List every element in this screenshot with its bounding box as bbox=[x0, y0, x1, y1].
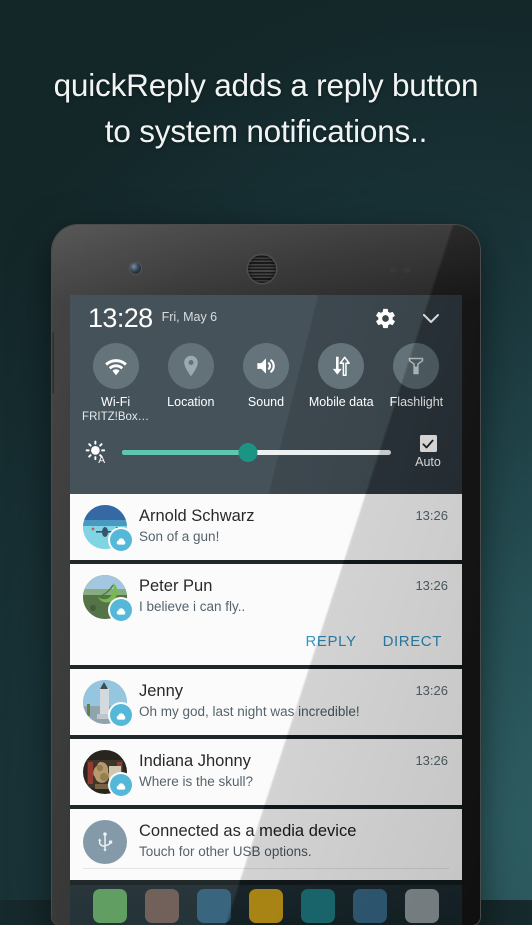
direct-button[interactable]: DIRECT bbox=[383, 633, 442, 650]
usb-icon bbox=[83, 820, 127, 864]
notification-peter[interactable]: Peter Pun I believe i can fly.. 13:26 RE… bbox=[70, 564, 462, 665]
notification-time: 13:26 bbox=[415, 753, 448, 768]
phone-device-frame: 13:28 Fri, May 6 Wi-Fi FRITZ!Box… Locati… bbox=[52, 225, 480, 925]
notification-jenny[interactable]: Jenny Oh my god, last night was incredib… bbox=[70, 669, 462, 735]
notification-arnold[interactable]: Arnold Schwarz Son of a gun! 13:26 bbox=[70, 494, 462, 560]
auto-brightness-checkbox[interactable] bbox=[419, 435, 437, 452]
tile-sound[interactable]: Sound bbox=[228, 343, 303, 424]
sound-speaker-icon bbox=[257, 358, 275, 374]
notification-time: 13:26 bbox=[415, 578, 448, 593]
notification-body: I believe i can fly.. bbox=[139, 599, 246, 614]
tile-wifi-label: Wi-Fi bbox=[101, 395, 131, 409]
cloud-drop-icon bbox=[110, 774, 132, 796]
avatar bbox=[83, 505, 132, 551]
notification-content: Connected as a media device Touch for ot… bbox=[83, 820, 448, 864]
notification-list: Arnold Schwarz Son of a gun! 13:26 Peter… bbox=[70, 494, 462, 880]
notification-text: Peter Pun I believe i can fly.. bbox=[139, 575, 405, 616]
notification-text: Indiana Jhonny Where is the skull? bbox=[139, 750, 405, 791]
notification-title: Connected as a media device bbox=[139, 822, 357, 840]
avatar bbox=[83, 680, 132, 726]
tile-mobile-data-label: Mobile data bbox=[308, 395, 374, 409]
notification-content: Indiana Jhonny Where is the skull? 13:26 bbox=[83, 750, 448, 796]
notification-content: Arnold Schwarz Son of a gun! 13:26 bbox=[83, 505, 448, 551]
location-pin-icon bbox=[183, 355, 198, 377]
brightness-slider[interactable] bbox=[122, 438, 391, 466]
home-app-icon bbox=[93, 889, 127, 923]
brightness-slider-thumb[interactable] bbox=[238, 442, 258, 462]
notification-text: Connected as a media device Touch for ot… bbox=[139, 820, 438, 861]
notification-text: Jenny Oh my god, last night was incredib… bbox=[139, 680, 405, 721]
homescreen-peek bbox=[70, 885, 462, 925]
tile-location[interactable]: Location bbox=[153, 343, 228, 424]
notification-title: Indiana Jhonny bbox=[139, 752, 251, 770]
svg-text:A: A bbox=[98, 455, 105, 465]
tile-flashlight-circle bbox=[393, 343, 440, 389]
auto-brightness-label: Auto bbox=[415, 455, 441, 469]
notification-title: Jenny bbox=[139, 682, 184, 700]
front-camera-icon bbox=[130, 263, 141, 274]
flashlight-icon bbox=[409, 357, 424, 375]
home-app-icon bbox=[353, 889, 387, 923]
avatar bbox=[83, 575, 132, 621]
quick-settings-hidden-row bbox=[70, 476, 462, 492]
quick-settings-shade: 13:28 Fri, May 6 Wi-Fi FRITZ!Box… Locati… bbox=[70, 295, 462, 494]
notification-time: 13:26 bbox=[415, 683, 448, 698]
checkmark-icon bbox=[422, 439, 434, 448]
tile-wifi-circle bbox=[92, 343, 139, 389]
notification-time: 13:26 bbox=[415, 508, 448, 523]
cloud-drop-icon bbox=[110, 599, 132, 621]
tile-flashlight-label: Flashlight bbox=[389, 395, 444, 409]
notification-body: Touch for other USB options. bbox=[139, 844, 312, 859]
auto-brightness-icon[interactable]: A bbox=[82, 437, 112, 467]
brightness-row: A Auto bbox=[70, 428, 462, 476]
earpiece-speaker-icon bbox=[248, 255, 276, 283]
notification-title: Arnold Schwarz bbox=[139, 507, 255, 525]
home-app-icon bbox=[301, 889, 335, 923]
reply-button[interactable]: REPLY bbox=[305, 633, 356, 650]
avatar bbox=[83, 750, 132, 796]
notification-usb[interactable]: Connected as a media device Touch for ot… bbox=[70, 809, 462, 880]
cloud-drop-icon bbox=[110, 704, 132, 726]
auto-brightness-toggle[interactable]: Auto bbox=[404, 435, 452, 469]
volume-rocker-button[interactable] bbox=[52, 332, 54, 394]
clock-date: Fri, May 6 bbox=[161, 310, 218, 324]
brightness-slider-fill bbox=[122, 449, 249, 455]
cloud-drop-icon bbox=[110, 529, 132, 551]
home-app-icon bbox=[197, 889, 231, 923]
notification-actions: REPLY DIRECT bbox=[83, 619, 448, 654]
notification-body: Where is the skull? bbox=[139, 774, 254, 789]
tile-location-circle bbox=[167, 343, 214, 389]
tile-wifi[interactable]: Wi-Fi FRITZ!Box… bbox=[78, 343, 153, 424]
tile-wifi-sub: FRITZ!Box… bbox=[82, 411, 150, 423]
tile-flashlight[interactable]: Flashlight bbox=[379, 343, 454, 424]
notification-title: Peter Pun bbox=[139, 577, 213, 595]
notification-content: Jenny Oh my god, last night was incredib… bbox=[83, 680, 448, 726]
notification-text: Arnold Schwarz Son of a gun! bbox=[139, 505, 405, 546]
tile-mobile-data[interactable]: Mobile data bbox=[304, 343, 379, 424]
home-app-icon bbox=[405, 889, 439, 923]
tile-sound-circle bbox=[243, 343, 289, 389]
quick-settings-tiles: Wi-Fi FRITZ!Box… Location Sound Mobile d… bbox=[70, 341, 462, 428]
tile-mobile-data-circle bbox=[318, 343, 365, 389]
phone-screen: 13:28 Fri, May 6 Wi-Fi FRITZ!Box… Locati… bbox=[70, 295, 462, 925]
tile-sound-label: Sound bbox=[247, 395, 285, 409]
notification-indiana[interactable]: Indiana Jhonny Where is the skull? 13:26 bbox=[70, 739, 462, 805]
wifi-icon bbox=[104, 359, 127, 376]
home-app-icon bbox=[249, 889, 283, 923]
page-title: quickReply adds a reply button to system… bbox=[53, 67, 479, 149]
clock-time: 13:28 bbox=[88, 302, 153, 333]
avatar bbox=[83, 820, 127, 864]
notification-content: Peter Pun I believe i can fly.. 13:26 bbox=[83, 575, 448, 621]
notification-body: Son of a gun! bbox=[139, 529, 220, 544]
gear-icon[interactable] bbox=[370, 303, 400, 333]
tile-location-label: Location bbox=[167, 395, 215, 409]
proximity-sensor-icon bbox=[390, 267, 396, 273]
status-bar: 13:28 Fri, May 6 bbox=[70, 295, 462, 341]
notification-body: Oh my god, last night was incredible! bbox=[139, 704, 360, 719]
light-sensor-icon bbox=[404, 267, 410, 273]
mobile-data-icon bbox=[333, 356, 351, 376]
home-app-icon bbox=[145, 889, 179, 923]
chevron-down-icon[interactable] bbox=[416, 303, 446, 333]
